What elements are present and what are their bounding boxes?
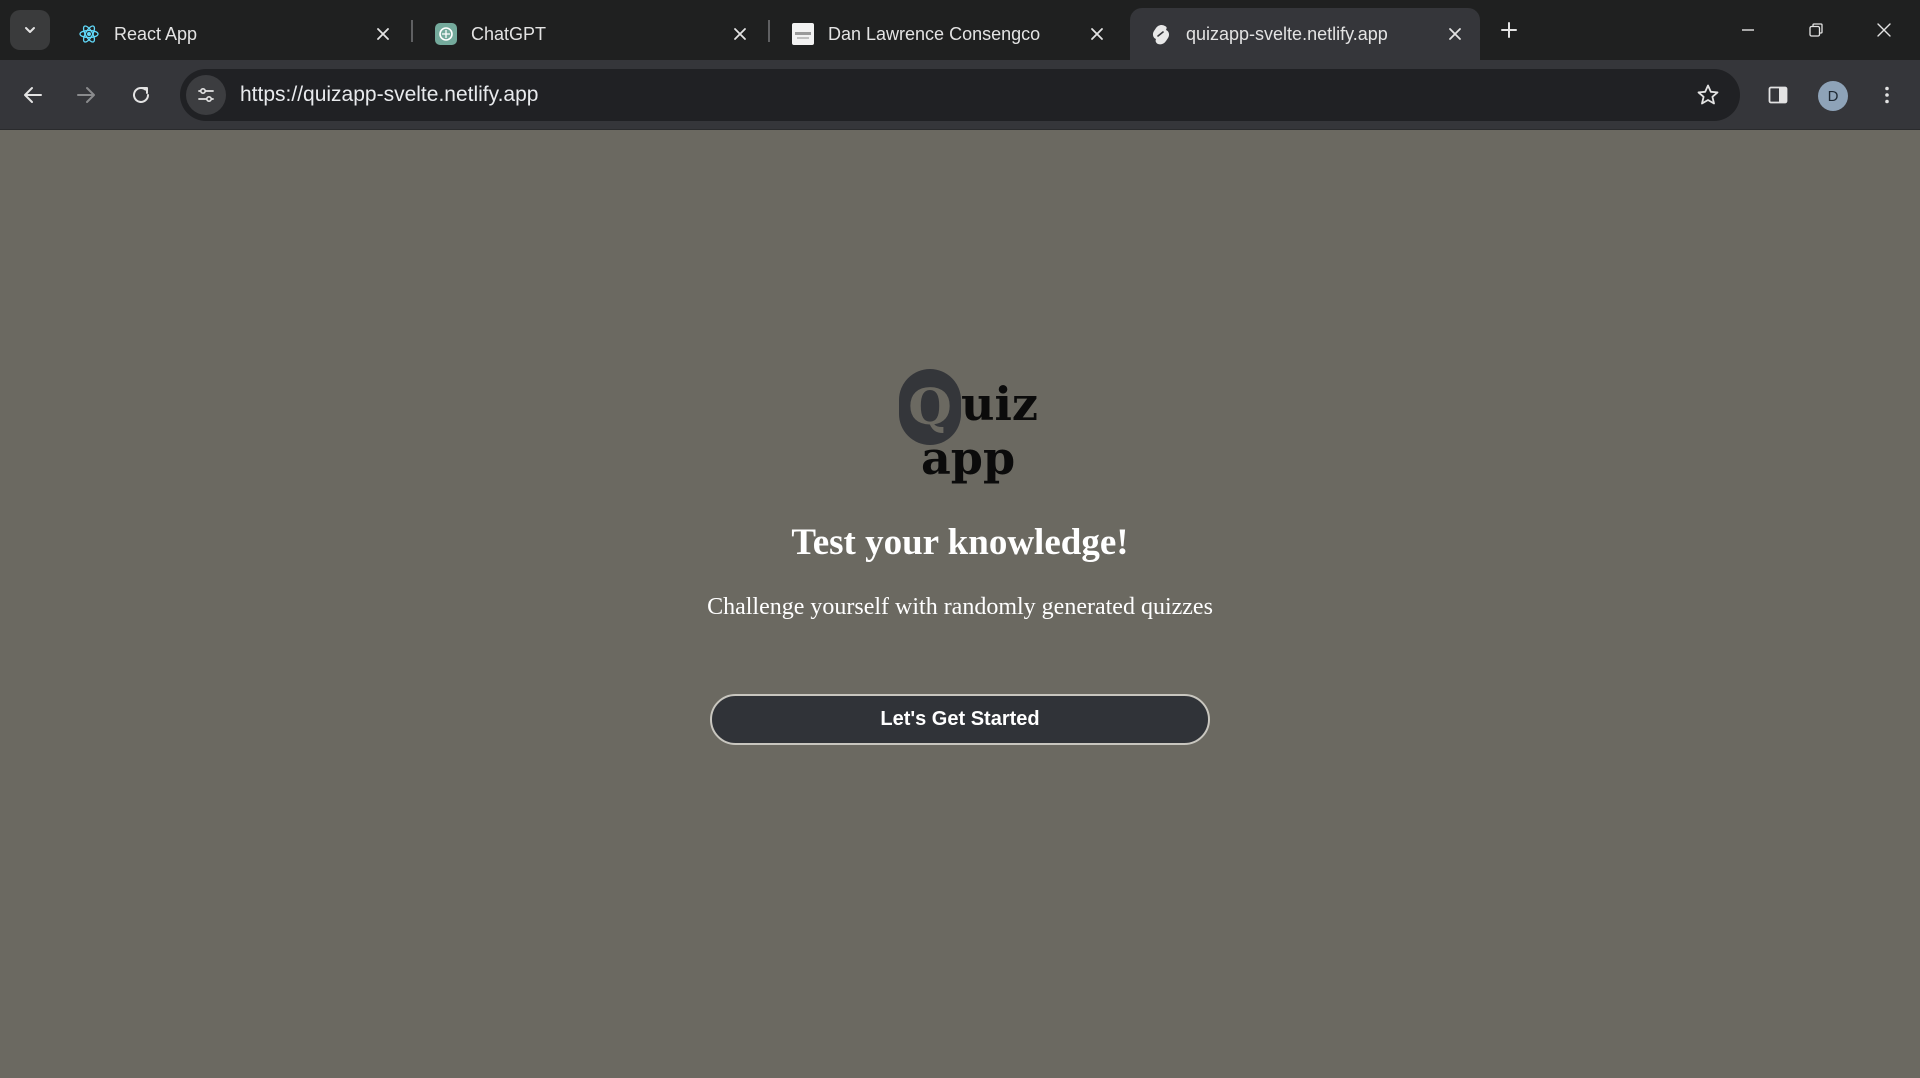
- tab-react-app[interactable]: React App: [58, 8, 408, 60]
- arrow-right-icon: [77, 87, 95, 103]
- tab-chatgpt[interactable]: ChatGPT: [415, 8, 765, 60]
- restore-icon: [1809, 23, 1823, 37]
- minimize-icon: [1742, 29, 1754, 31]
- tab-quizapp[interactable]: quizapp-svelte.netlify.app: [1130, 8, 1480, 60]
- address-bar[interactable]: https://quizapp-svelte.netlify.app: [180, 69, 1740, 121]
- logo-subtext: app: [921, 431, 1016, 485]
- new-tab-button[interactable]: [1493, 14, 1525, 46]
- close-icon[interactable]: [372, 23, 394, 45]
- close-icon[interactable]: [1444, 23, 1466, 45]
- chatgpt-icon: [435, 23, 457, 45]
- side-panel-button[interactable]: [1758, 75, 1798, 115]
- restore-button[interactable]: [1794, 10, 1838, 50]
- logo-text: uiz: [961, 377, 1039, 431]
- tab-separator: [768, 20, 770, 42]
- get-started-button[interactable]: Let's Get Started: [710, 694, 1210, 745]
- more-vertical-icon: [1885, 86, 1889, 104]
- tab-search-button[interactable]: [10, 10, 50, 50]
- tab-dan-lawrence[interactable]: Dan Lawrence Consengco: [772, 8, 1122, 60]
- arrow-left-icon: [24, 87, 42, 103]
- bookmark-button[interactable]: [1688, 75, 1728, 115]
- close-window-button[interactable]: [1862, 10, 1906, 50]
- close-icon[interactable]: [729, 23, 751, 45]
- quiz-app-logo: Q uiz app: [895, 369, 1039, 499]
- site-thumbnail-icon: [792, 23, 814, 45]
- tab-title: quizapp-svelte.netlify.app: [1186, 23, 1388, 44]
- tab-title: Dan Lawrence Consengco: [828, 23, 1041, 44]
- logo-letter: Q: [908, 377, 952, 436]
- side-panel-icon: [1768, 86, 1788, 104]
- page-title: Test your knowledge!: [791, 522, 1129, 563]
- menu-button[interactable]: [1867, 75, 1907, 115]
- forward-button[interactable]: [66, 75, 106, 115]
- tab-strip: React App ChatGPT Dan Lawrence Consengco…: [0, 0, 1920, 60]
- star-icon: [1697, 84, 1719, 105]
- url-text[interactable]: https://quizapp-svelte.netlify.app: [240, 83, 1688, 107]
- tab-title: React App: [114, 23, 198, 44]
- close-icon[interactable]: [1086, 23, 1108, 45]
- chevron-down-icon: [25, 27, 35, 33]
- browser-toolbar: https://quizapp-svelte.netlify.app D: [0, 60, 1920, 130]
- profile-avatar[interactable]: D: [1818, 81, 1848, 111]
- react-icon: [78, 23, 100, 45]
- page-subtitle: Challenge yourself with randomly generat…: [707, 594, 1213, 620]
- reload-button[interactable]: [121, 75, 161, 115]
- site-settings-button[interactable]: [186, 75, 226, 115]
- tab-title: ChatGPT: [471, 23, 547, 44]
- close-icon: [1877, 23, 1891, 37]
- tab-separator: [411, 20, 413, 42]
- reload-icon: [133, 86, 149, 103]
- back-button[interactable]: [13, 75, 53, 115]
- minimize-button[interactable]: [1726, 10, 1770, 50]
- plus-icon: [1501, 22, 1517, 38]
- svelte-icon: [1150, 23, 1172, 45]
- tune-icon: [198, 87, 214, 103]
- page-viewport: Q uiz app Test your knowledge! Challenge…: [0, 131, 1920, 1078]
